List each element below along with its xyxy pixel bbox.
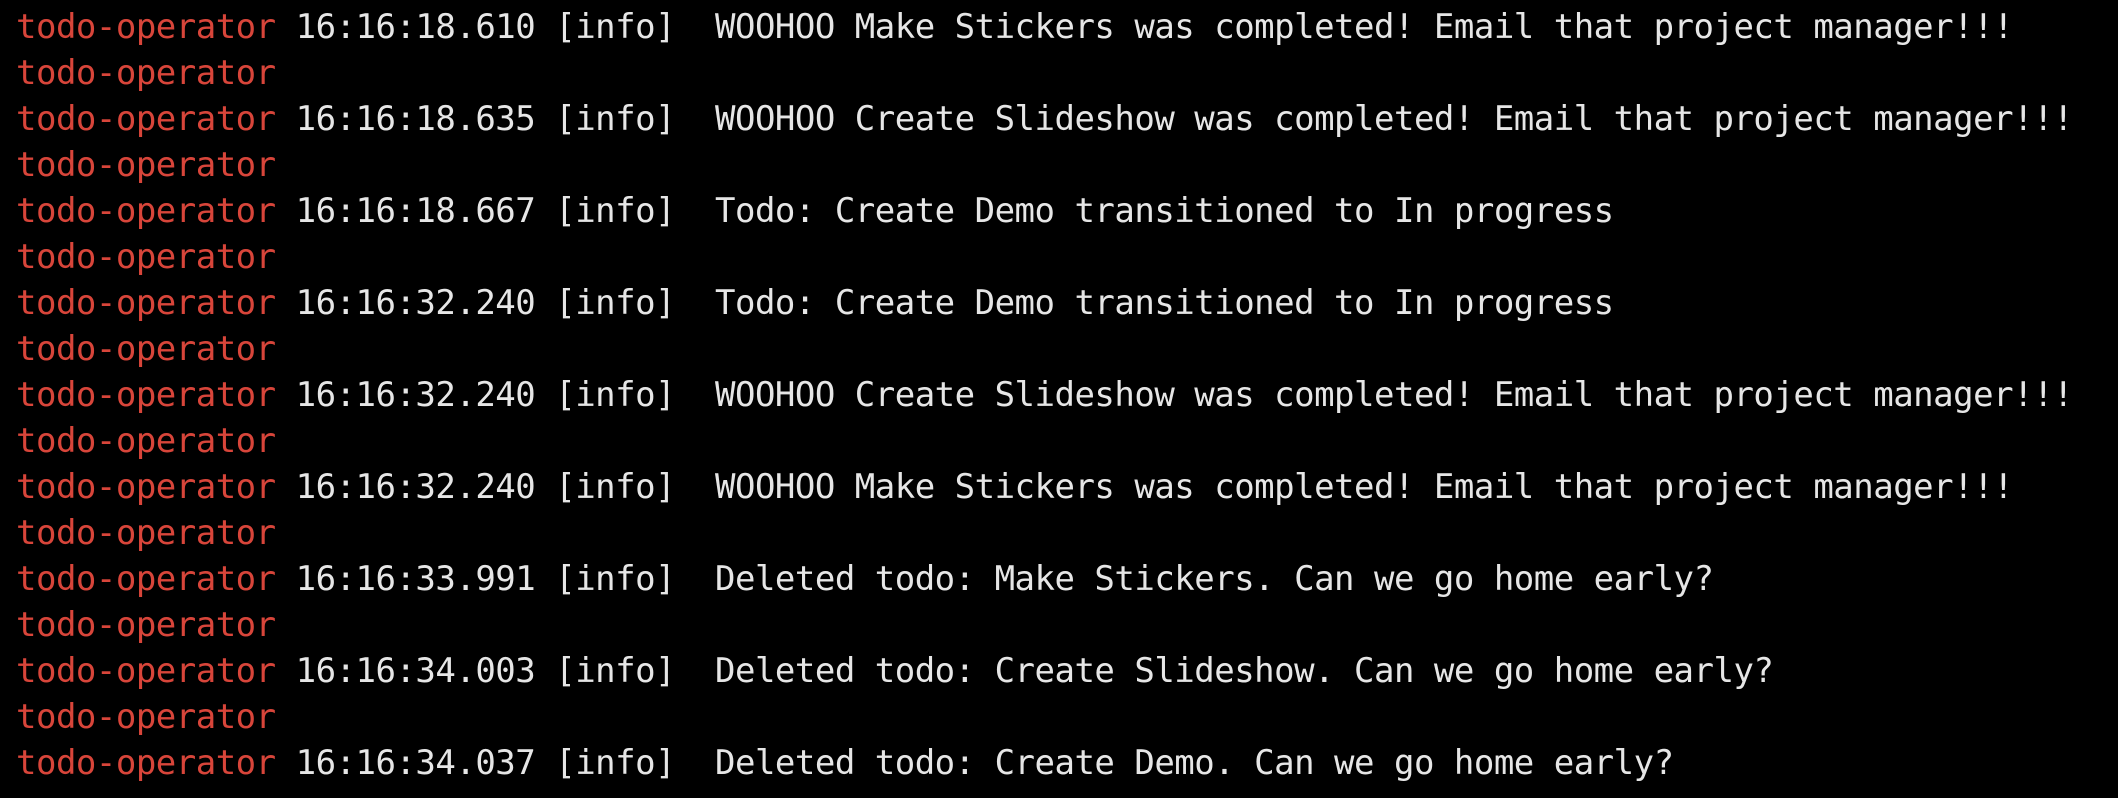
log-line: todo-operator 16:16:34.003 [info] Delete… (16, 648, 2118, 694)
log-message: WOOHOO Make Stickers was completed! Emai… (715, 7, 2014, 47)
log-timestamp: 16:16:34.037 (295, 743, 536, 783)
log-level: [info] (555, 375, 676, 415)
log-level: [info] (555, 99, 676, 139)
log-timestamp: 16:16:32.240 (295, 375, 536, 415)
process-name: todo-operator (16, 743, 276, 783)
log-level: [info] (555, 467, 676, 507)
process-name: todo-operator (16, 559, 276, 599)
log-timestamp: 16:16:32.240 (295, 283, 536, 323)
process-name: todo-operator (16, 513, 276, 553)
log-timestamp: 16:16:32.240 (295, 467, 536, 507)
log-line: todo-operator 16:16:18.610 [info] WOOHOO… (16, 4, 2118, 50)
log-level: [info] (555, 559, 676, 599)
log-line-blank: todo-operator (16, 694, 2118, 740)
process-name: todo-operator (16, 191, 276, 231)
log-message: Todo: Create Demo transitioned to In pro… (715, 191, 1614, 231)
process-name: todo-operator (16, 283, 276, 323)
log-line: todo-operator 16:16:32.240 [info] Todo: … (16, 280, 2118, 326)
log-message: Deleted todo: Create Demo. Can we go hom… (715, 743, 1674, 783)
log-timestamp: 16:16:34.003 (295, 651, 536, 691)
log-line-blank: todo-operator (16, 510, 2118, 556)
log-level: [info] (555, 7, 676, 47)
log-message: Deleted todo: Create Slideshow. Can we g… (715, 651, 1774, 691)
log-line: todo-operator 16:16:18.667 [info] Todo: … (16, 188, 2118, 234)
process-name: todo-operator (16, 421, 276, 461)
log-timestamp: 16:16:33.991 (295, 559, 536, 599)
log-line: todo-operator 16:16:33.991 [info] Delete… (16, 556, 2118, 602)
log-line-blank: todo-operator (16, 418, 2118, 464)
log-line: todo-operator 16:16:34.037 [info] Delete… (16, 740, 2118, 786)
log-line-blank: todo-operator (16, 326, 2118, 372)
log-message: Todo: Create Demo transitioned to In pro… (715, 283, 1614, 323)
log-level: [info] (555, 191, 676, 231)
log-timestamp: 16:16:18.635 (295, 99, 536, 139)
log-line-blank: todo-operator (16, 602, 2118, 648)
process-name: todo-operator (16, 7, 276, 47)
log-line-blank: todo-operator (16, 234, 2118, 280)
log-message: Deleted todo: Make Stickers. Can we go h… (715, 559, 1714, 599)
log-level: [info] (555, 651, 676, 691)
log-message: WOOHOO Make Stickers was completed! Emai… (715, 467, 2014, 507)
log-message: WOOHOO Create Slideshow was completed! E… (715, 375, 2073, 415)
log-level: [info] (555, 743, 676, 783)
log-timestamp: 16:16:18.610 (295, 7, 536, 47)
process-name: todo-operator (16, 53, 276, 93)
process-name: todo-operator (16, 375, 276, 415)
process-name: todo-operator (16, 99, 276, 139)
process-name: todo-operator (16, 467, 276, 507)
process-name: todo-operator (16, 145, 276, 185)
log-timestamp: 16:16:18.667 (295, 191, 536, 231)
terminal-output[interactable]: todo-operator 16:16:18.610 [info] WOOHOO… (0, 0, 2118, 798)
log-line-blank: todo-operator (16, 142, 2118, 188)
process-name: todo-operator (16, 329, 276, 369)
process-name: todo-operator (16, 697, 276, 737)
process-name: todo-operator (16, 651, 276, 691)
log-line: todo-operator 16:16:32.240 [info] WOOHOO… (16, 464, 2118, 510)
log-level: [info] (555, 283, 676, 323)
log-message: WOOHOO Create Slideshow was completed! E… (715, 99, 2073, 139)
log-line: todo-operator 16:16:32.240 [info] WOOHOO… (16, 372, 2118, 418)
log-line-blank: todo-operator (16, 50, 2118, 96)
process-name: todo-operator (16, 237, 276, 277)
log-line: todo-operator 16:16:18.635 [info] WOOHOO… (16, 96, 2118, 142)
process-name: todo-operator (16, 605, 276, 645)
